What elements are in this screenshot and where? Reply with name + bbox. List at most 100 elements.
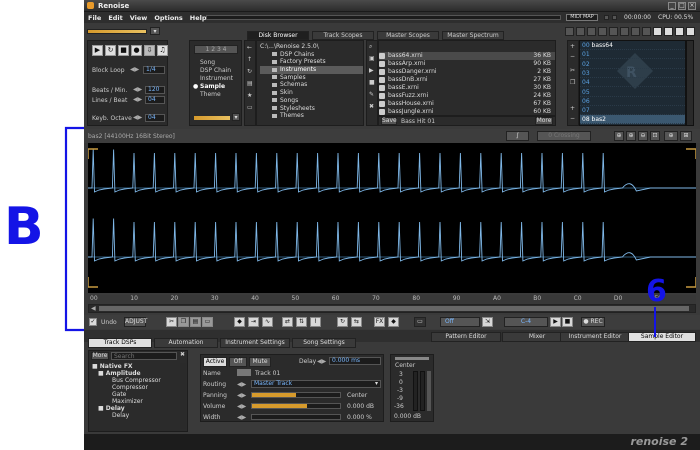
loop-marker-icon[interactable] xyxy=(686,277,697,288)
metronome-icon[interactable]: ♫ xyxy=(157,45,168,56)
dsp-category-native-fx[interactable]: ■ Native FX xyxy=(92,363,180,370)
scrollbar-thumb[interactable] xyxy=(99,306,689,311)
dsp-scrollbar[interactable] xyxy=(180,363,186,429)
loop-off-toggle[interactable]: ▭ xyxy=(414,317,426,327)
loop-mode-icon[interactable]: ⇲ xyxy=(482,317,493,327)
menu-file[interactable]: File xyxy=(88,14,101,22)
add-instrument-icon[interactable]: + xyxy=(570,43,575,50)
play-sample-icon[interactable]: ▶ xyxy=(550,317,561,327)
view-preset-button[interactable] xyxy=(664,27,673,36)
waveform-view[interactable] xyxy=(87,143,697,293)
master-volume-slider[interactable] xyxy=(87,29,147,34)
up-icon[interactable]: ↑ xyxy=(247,56,252,63)
tab-instrument-settings[interactable]: Instrument Settings xyxy=(220,338,290,348)
view-preset-button[interactable] xyxy=(565,27,574,36)
stop-button[interactable]: ■ xyxy=(118,45,129,56)
tree-item[interactable]: Schemas xyxy=(260,81,363,89)
volume-stepper[interactable]: ◀▶ xyxy=(237,403,246,410)
loop-marker-icon[interactable] xyxy=(686,148,697,159)
midi-map-button[interactable]: MIDI MAP xyxy=(566,14,598,21)
scroll-left-icon[interactable]: ◀ xyxy=(91,306,96,312)
play-button[interactable]: ▶ xyxy=(92,45,103,56)
waveform-channel[interactable] xyxy=(88,149,696,193)
file-item[interactable]: bassJungle.xrni 60 KB xyxy=(379,108,555,116)
routing-stepper[interactable]: ◀▶ xyxy=(237,381,246,388)
zero-crossing-dropdown[interactable]: 0 Crossing xyxy=(537,131,591,141)
select-all-icon[interactable]: ◆ xyxy=(234,317,245,327)
samples-toggle-button[interactable]: ∫ xyxy=(506,131,529,141)
bpm-value[interactable]: 120 xyxy=(145,86,165,94)
file-item[interactable]: bassFuzz.xrni 24 KB xyxy=(379,92,555,100)
file-item[interactable]: bassHouse.xrni 67 KB xyxy=(379,100,555,108)
refresh-icon[interactable]: ↻ xyxy=(247,68,252,75)
block-loop-stepper[interactable]: ◀▶ xyxy=(130,66,139,73)
zoom-in-icon[interactable]: ⊕ xyxy=(614,131,624,141)
waveform-channel[interactable] xyxy=(88,218,696,262)
view-preset-button[interactable] xyxy=(675,27,684,36)
tab-song-settings[interactable]: Song Settings xyxy=(292,338,356,348)
width-slider[interactable] xyxy=(251,414,341,420)
menu-help[interactable]: Help xyxy=(190,14,207,22)
tab-master-spectrum[interactable]: Master Spectrum xyxy=(442,31,504,40)
mode-song[interactable]: Song xyxy=(200,59,215,66)
panning-slider[interactable] xyxy=(251,392,341,398)
tree-item[interactable]: Stylesheets xyxy=(260,105,363,113)
tree-item[interactable]: Factory Presets xyxy=(260,58,363,66)
tab-automation[interactable]: Automation xyxy=(154,338,218,348)
tab-track-dsps[interactable]: Track DSPs xyxy=(88,338,152,348)
panning-stepper[interactable]: ◀▶ xyxy=(237,392,246,399)
dsp-item[interactable]: Maximizer xyxy=(92,398,180,405)
file-item[interactable]: bassE.xrni 30 KB xyxy=(379,84,555,92)
tab-instrument-editor[interactable]: Instrument Editor xyxy=(560,332,630,342)
fade-icon[interactable]: ∿ xyxy=(262,317,273,327)
tree-item[interactable]: Skin xyxy=(260,89,363,97)
tab-track-scopes[interactable]: Track Scopes xyxy=(312,31,374,40)
dsp-category-amplitude[interactable]: ■ Amplitude xyxy=(92,370,180,377)
remove-instrument-icon[interactable]: − xyxy=(570,53,575,60)
view-preset-button[interactable] xyxy=(587,27,596,36)
remove-instrument-icon[interactable]: − xyxy=(570,115,575,122)
loop-mode-dropdown[interactable]: Off xyxy=(440,317,480,327)
drives-icon[interactable]: ▤ xyxy=(247,80,253,87)
view-preset-button[interactable] xyxy=(576,27,585,36)
dsp-item[interactable]: Bus Compressor xyxy=(92,377,180,384)
mode-theme[interactable]: Theme xyxy=(200,91,221,98)
preview-volume-slider[interactable] xyxy=(194,116,230,120)
instrument-slot[interactable]: 02 xyxy=(580,60,685,69)
preview-dropdown[interactable]: ▾ xyxy=(232,113,240,121)
device-mute-button[interactable]: Mute xyxy=(249,357,271,367)
dsp-item[interactable]: Gate xyxy=(92,391,180,398)
mode-dsp-chain[interactable]: DSP Chain xyxy=(200,67,231,74)
reverse-icon[interactable]: ⇄ xyxy=(282,317,293,327)
loop-pattern-button[interactable]: ↻ xyxy=(105,45,116,56)
tree-item[interactable]: DSP Chains xyxy=(260,51,363,59)
minimize-button[interactable]: _ xyxy=(668,2,676,10)
clear-search-icon[interactable]: ✖ xyxy=(180,351,185,358)
instrument-slot[interactable]: 06 xyxy=(580,97,685,106)
tab-disk-browser[interactable]: Disk Browser xyxy=(247,31,309,40)
menu-edit[interactable]: Edit xyxy=(108,14,122,22)
instrument-scrollbar[interactable] xyxy=(686,40,694,126)
clear-icon[interactable]: ▭ xyxy=(202,317,213,327)
close-button[interactable]: × xyxy=(688,2,696,10)
block-loop-value[interactable]: 1/4 xyxy=(143,66,165,74)
dsp-category-delay[interactable]: ■ Delay xyxy=(92,405,180,412)
normalize-icon[interactable]: ⌇ xyxy=(310,317,321,327)
save-name-field[interactable]: Bass Hit 01 xyxy=(401,118,435,125)
delay-stepper[interactable]: ◀▶ xyxy=(317,358,326,365)
file-item-selected[interactable]: bass64.xrni 36 KB xyxy=(379,52,555,60)
device-active-button[interactable]: Active xyxy=(203,357,227,367)
delay-value[interactable]: 0.000 ms xyxy=(329,357,381,365)
view-preset-button[interactable] xyxy=(609,27,618,36)
routing-dropdown[interactable]: Master Track ▾ xyxy=(251,380,381,388)
file-item[interactable]: bassArp.xrni 90 KB xyxy=(379,60,555,68)
menu-options[interactable]: Options xyxy=(154,14,182,22)
stop-preview-icon[interactable]: ■ xyxy=(369,79,375,86)
lpb-stepper[interactable]: ◀▶ xyxy=(133,96,142,103)
tab-pattern-editor[interactable]: Pattern Editor xyxy=(431,332,501,342)
mode-instrument[interactable]: Instrument xyxy=(200,75,233,82)
volume-slider[interactable] xyxy=(251,403,341,409)
instrument-slot[interactable]: 01 xyxy=(580,50,685,60)
menu-view[interactable]: View xyxy=(130,14,148,22)
maximize-button[interactable]: □ xyxy=(678,2,686,10)
